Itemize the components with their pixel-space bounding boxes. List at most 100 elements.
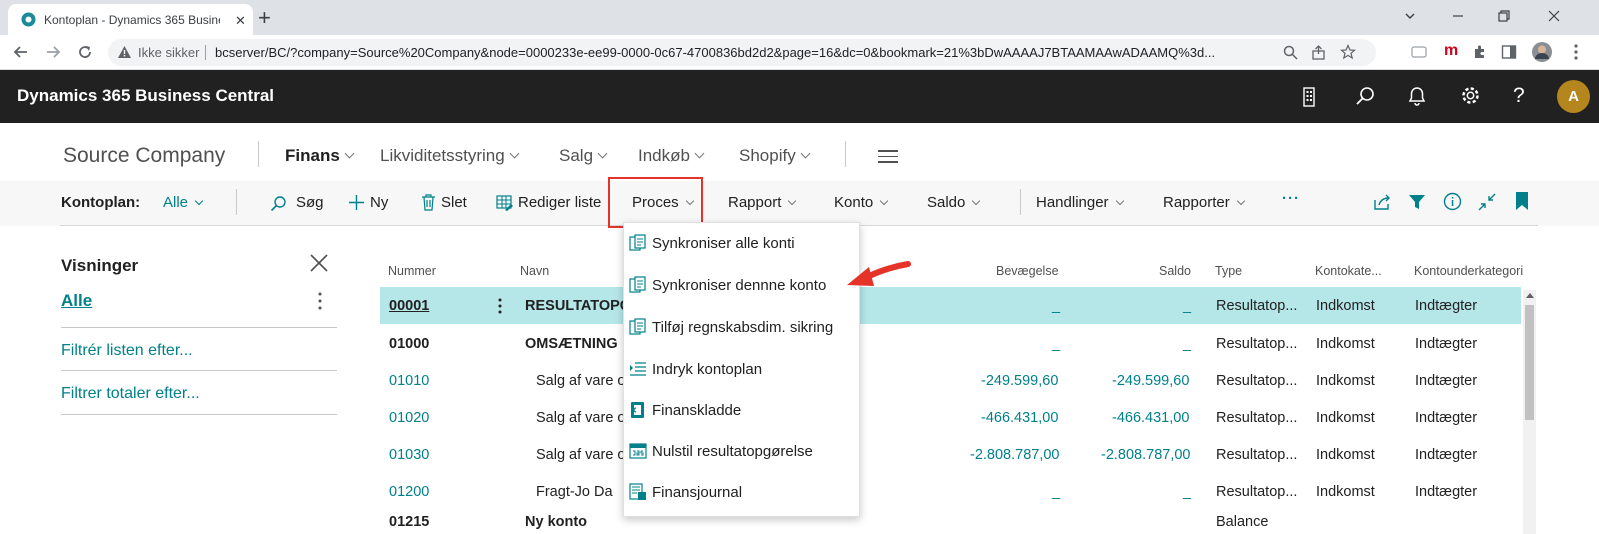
extensions-puzzle-icon[interactable]	[1472, 44, 1488, 60]
row-movement[interactable]: _	[1052, 336, 1060, 352]
table-row[interactable]: 01000 OMSÆTNING _ _ Resultatop... Indkom…	[380, 325, 1521, 362]
share-icon[interactable]	[1373, 193, 1392, 211]
balance-menu-button[interactable]: Saldo	[927, 194, 981, 211]
hamburger-menu-icon[interactable]	[878, 150, 898, 167]
filter-totals-link[interactable]: Filtrer totaler efter...	[61, 385, 200, 403]
filter-list-link[interactable]: Filtrér listen efter...	[61, 342, 193, 360]
column-header-saldo[interactable]: Saldo	[1159, 264, 1191, 278]
menu-item-general-journal[interactable]: Finanskladde	[624, 391, 861, 432]
company-building-icon[interactable]	[1302, 87, 1318, 107]
column-header-navn[interactable]: Navn	[520, 264, 549, 278]
search-button[interactable]: Søg	[270, 194, 324, 212]
extension-m-icon[interactable]: m	[1444, 42, 1458, 60]
menu-item-indent-chart[interactable]: Indryk kontoplan	[624, 350, 861, 391]
table-row[interactable]: 00001 RESULTATOPGØ _ _ Resultatop... Ind…	[380, 287, 1521, 324]
row-number[interactable]: 01030	[389, 447, 429, 463]
nav-item-finans[interactable]: Finans	[285, 146, 355, 166]
account-menu-button[interactable]: Konto	[834, 194, 889, 211]
search-icon[interactable]	[1355, 86, 1375, 106]
zoom-icon[interactable]	[1283, 45, 1298, 60]
row-number[interactable]: 01215	[389, 514, 429, 530]
view-filter-dropdown[interactable]: Alle	[163, 194, 204, 211]
info-icon[interactable]	[1443, 192, 1462, 211]
share-icon[interactable]	[1311, 45, 1326, 60]
company-name[interactable]: Source Company	[63, 144, 225, 168]
row-balance[interactable]: _	[1183, 298, 1191, 314]
row-movement[interactable]: -2.808.787,00	[970, 447, 1060, 463]
browser-tab[interactable]: Kontoplan - Dynamics 365 Business Centra…	[8, 4, 253, 35]
help-icon[interactable]: ?	[1513, 84, 1525, 108]
row-movement[interactable]: -249.599,60	[981, 373, 1058, 389]
nav-item-shopify[interactable]: Shopify	[739, 146, 811, 166]
tab-close-icon[interactable]: ✕	[235, 13, 246, 29]
minimize-icon[interactable]	[1451, 9, 1465, 23]
table-row[interactable]: 01215 Ny konto Balance	[380, 510, 1521, 534]
row-balance[interactable]: _	[1183, 484, 1191, 500]
view-options-icon[interactable]	[318, 292, 322, 310]
url-text[interactable]: bcserver/BC/?company=Source%20Company&no…	[215, 45, 1255, 60]
delete-button[interactable]: Slet	[421, 194, 467, 211]
row-number[interactable]: 00001	[389, 298, 429, 314]
table-row[interactable]: 01020 Salg af vare o -466.431,00 -466.43…	[380, 399, 1521, 436]
reload-icon[interactable]	[76, 43, 94, 61]
menu-item-general-register[interactable]: Finansjournal	[624, 473, 861, 514]
collapse-icon[interactable]	[1478, 193, 1496, 211]
back-icon[interactable]	[12, 43, 30, 61]
row-balance[interactable]: -249.599,60	[1112, 373, 1189, 389]
row-movement[interactable]: _	[1052, 298, 1060, 314]
forward-icon[interactable]	[44, 43, 62, 61]
new-button[interactable]: Ny	[348, 194, 388, 211]
bookmark-icon[interactable]	[1515, 191, 1529, 211]
tab-search-chevron-icon[interactable]	[1403, 9, 1417, 23]
nav-item-salg[interactable]: Salg	[559, 146, 608, 166]
warning-icon[interactable]	[117, 45, 132, 59]
column-header-kontounderkategori[interactable]: Kontounderkategori	[1414, 264, 1523, 278]
scroll-up-icon[interactable]	[1526, 292, 1534, 298]
menu-item-sync-all-accounts[interactable]: Synkroniser alle konti	[624, 224, 861, 265]
row-movement[interactable]: _	[1052, 484, 1060, 500]
table-row[interactable]: 01030 Salg af vare o -2.808.787,00 -2.80…	[380, 436, 1521, 473]
report-menu-button[interactable]: Rapport	[728, 194, 797, 211]
table-row[interactable]: 01010 Salg af vare o -249.599,60 -249.59…	[380, 362, 1521, 399]
sidepanel-icon[interactable]	[1501, 44, 1517, 60]
row-balance[interactable]: -2.808.787,00	[1101, 447, 1191, 463]
menu-item-add-dimension-check[interactable]: Tilføj regnskabsdim. sikring	[624, 308, 861, 349]
row-number[interactable]: 01200	[389, 484, 429, 500]
notification-bell-icon[interactable]	[1408, 86, 1426, 106]
profile-avatar-icon[interactable]	[1531, 41, 1553, 63]
close-pane-icon[interactable]	[309, 253, 329, 273]
user-avatar[interactable]: A	[1557, 80, 1590, 113]
bookmark-star-icon[interactable]	[1340, 44, 1356, 60]
row-balance[interactable]: _	[1183, 336, 1191, 352]
column-header-kontokategori[interactable]: Kontokate...	[1315, 264, 1382, 278]
table-row[interactable]: 01200 Fragt-Jo Da _ _ Resultatop... Indk…	[380, 473, 1521, 510]
reports-menu-button[interactable]: Rapporter	[1163, 194, 1245, 211]
more-options-button[interactable]: ···	[1282, 190, 1300, 207]
row-movement[interactable]: -466.431,00	[981, 410, 1058, 426]
table-scrollbar-thumb[interactable]	[1525, 305, 1534, 420]
nav-item-likviditetsstyring[interactable]: Likviditetsstyring	[380, 146, 520, 166]
view-alle-link[interactable]: Alle	[61, 291, 92, 311]
menu-item-sync-this-account[interactable]: Synkroniser dennne konto	[624, 266, 861, 307]
row-number[interactable]: 01000	[389, 336, 429, 352]
column-header-nummer[interactable]: Nummer	[388, 264, 436, 278]
app-title[interactable]: Dynamics 365 Business Central	[17, 86, 274, 106]
nav-item-indkob[interactable]: Indkøb	[638, 146, 705, 166]
window-close-icon[interactable]	[1547, 9, 1561, 23]
row-actions-icon[interactable]	[498, 298, 502, 314]
column-header-bevaegelse[interactable]: Bevægelse	[996, 264, 1059, 278]
extension-cookie-icon[interactable]	[1411, 45, 1427, 59]
edit-list-button[interactable]: Rediger liste	[496, 194, 601, 211]
settings-gear-icon[interactable]	[1460, 85, 1481, 106]
row-balance[interactable]: -466.431,00	[1112, 410, 1189, 426]
chrome-menu-icon[interactable]	[1573, 43, 1579, 61]
new-tab-icon[interactable]: +	[258, 5, 271, 31]
omnibox[interactable]: Ikke sikker bcserver/BC/?company=Source%…	[108, 39, 1376, 66]
row-number[interactable]: 01020	[389, 410, 429, 426]
actions-menu-button[interactable]: Handlinger	[1036, 194, 1124, 211]
restore-icon[interactable]	[1497, 9, 1511, 23]
menu-item-reset-income-statement[interactable]: Nulstil resultatopgørelse	[624, 432, 861, 473]
security-label[interactable]: Ikke sikker	[138, 45, 199, 60]
column-header-type[interactable]: Type	[1215, 264, 1242, 278]
row-number[interactable]: 01010	[389, 373, 429, 389]
